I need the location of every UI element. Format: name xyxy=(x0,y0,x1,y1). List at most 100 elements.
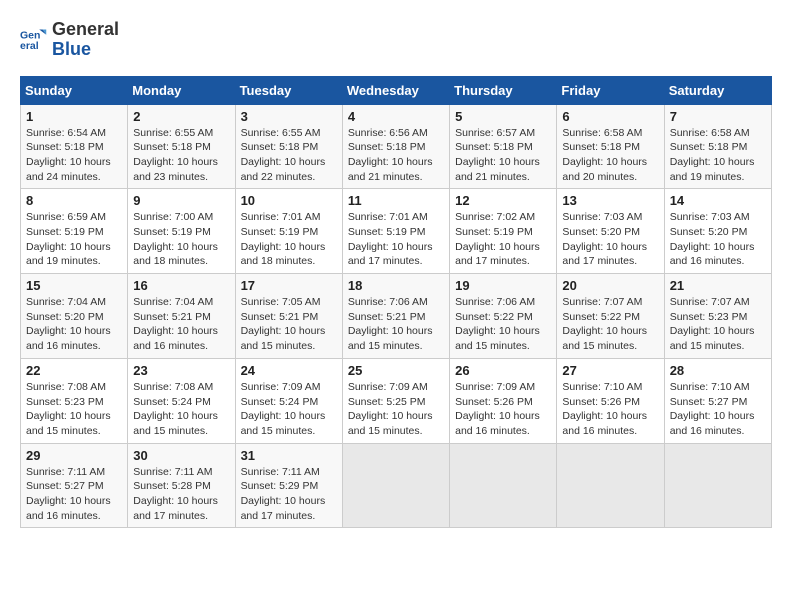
day-number: 4 xyxy=(348,109,444,124)
day-number: 5 xyxy=(455,109,551,124)
day-number: 25 xyxy=(348,363,444,378)
day-info: Sunrise: 7:03 AMSunset: 5:20 PMDaylight:… xyxy=(670,210,766,269)
calendar-cell: 20 Sunrise: 7:07 AMSunset: 5:22 PMDayligh… xyxy=(557,274,664,359)
day-info: Sunrise: 7:04 AMSunset: 5:20 PMDaylight:… xyxy=(26,295,122,354)
calendar-cell: 4 Sunrise: 6:56 AMSunset: 5:18 PMDaylight… xyxy=(342,104,449,189)
day-info: Sunrise: 7:11 AMSunset: 5:28 PMDaylight:… xyxy=(133,465,229,524)
day-info: Sunrise: 7:04 AMSunset: 5:21 PMDaylight:… xyxy=(133,295,229,354)
day-info: Sunrise: 7:02 AMSunset: 5:19 PMDaylight:… xyxy=(455,210,551,269)
day-number: 26 xyxy=(455,363,551,378)
day-info: Sunrise: 7:09 AMSunset: 5:24 PMDaylight:… xyxy=(241,380,337,439)
day-info: Sunrise: 6:59 AMSunset: 5:19 PMDaylight:… xyxy=(26,210,122,269)
calendar-cell: 11 Sunrise: 7:01 AMSunset: 5:19 PMDayligh… xyxy=(342,189,449,274)
logo-icon: Gen eral xyxy=(20,26,48,54)
day-number: 2 xyxy=(133,109,229,124)
calendar-cell: 18 Sunrise: 7:06 AMSunset: 5:21 PMDayligh… xyxy=(342,274,449,359)
day-number: 7 xyxy=(670,109,766,124)
logo: Gen eral General Blue xyxy=(20,20,119,60)
day-number: 27 xyxy=(562,363,658,378)
day-info: Sunrise: 6:55 AMSunset: 5:18 PMDaylight:… xyxy=(133,126,229,185)
calendar-cell: 5 Sunrise: 6:57 AMSunset: 5:18 PMDaylight… xyxy=(450,104,557,189)
day-number: 1 xyxy=(26,109,122,124)
day-number: 19 xyxy=(455,278,551,293)
day-number: 9 xyxy=(133,193,229,208)
calendar-cell: 29 Sunrise: 7:11 AMSunset: 5:27 PMDayligh… xyxy=(21,443,128,528)
calendar-row: 15 Sunrise: 7:04 AMSunset: 5:20 PMDayligh… xyxy=(21,274,772,359)
day-info: Sunrise: 6:58 AMSunset: 5:18 PMDaylight:… xyxy=(670,126,766,185)
day-info: Sunrise: 7:10 AMSunset: 5:27 PMDaylight:… xyxy=(670,380,766,439)
header-row: Sunday Monday Tuesday Wednesday Thursday… xyxy=(21,76,772,104)
calendar-cell xyxy=(557,443,664,528)
calendar-cell: 10 Sunrise: 7:01 AMSunset: 5:19 PMDayligh… xyxy=(235,189,342,274)
calendar-cell: 16 Sunrise: 7:04 AMSunset: 5:21 PMDayligh… xyxy=(128,274,235,359)
day-info: Sunrise: 6:57 AMSunset: 5:18 PMDaylight:… xyxy=(455,126,551,185)
day-info: Sunrise: 7:06 AMSunset: 5:21 PMDaylight:… xyxy=(348,295,444,354)
calendar-cell: 15 Sunrise: 7:04 AMSunset: 5:20 PMDayligh… xyxy=(21,274,128,359)
day-number: 14 xyxy=(670,193,766,208)
col-sunday: Sunday xyxy=(21,76,128,104)
calendar-cell: 30 Sunrise: 7:11 AMSunset: 5:28 PMDayligh… xyxy=(128,443,235,528)
day-number: 11 xyxy=(348,193,444,208)
day-number: 20 xyxy=(562,278,658,293)
day-info: Sunrise: 7:08 AMSunset: 5:24 PMDaylight:… xyxy=(133,380,229,439)
calendar-cell: 27 Sunrise: 7:10 AMSunset: 5:26 PMDayligh… xyxy=(557,358,664,443)
day-info: Sunrise: 7:11 AMSunset: 5:27 PMDaylight:… xyxy=(26,465,122,524)
calendar-cell: 13 Sunrise: 7:03 AMSunset: 5:20 PMDayligh… xyxy=(557,189,664,274)
day-number: 8 xyxy=(26,193,122,208)
day-info: Sunrise: 7:01 AMSunset: 5:19 PMDaylight:… xyxy=(348,210,444,269)
calendar-cell xyxy=(450,443,557,528)
calendar-cell xyxy=(664,443,771,528)
day-info: Sunrise: 6:56 AMSunset: 5:18 PMDaylight:… xyxy=(348,126,444,185)
day-number: 17 xyxy=(241,278,337,293)
day-number: 24 xyxy=(241,363,337,378)
day-number: 31 xyxy=(241,448,337,463)
day-info: Sunrise: 6:58 AMSunset: 5:18 PMDaylight:… xyxy=(562,126,658,185)
calendar-cell: 23 Sunrise: 7:08 AMSunset: 5:24 PMDayligh… xyxy=(128,358,235,443)
day-info: Sunrise: 7:01 AMSunset: 5:19 PMDaylight:… xyxy=(241,210,337,269)
day-info: Sunrise: 7:10 AMSunset: 5:26 PMDaylight:… xyxy=(562,380,658,439)
calendar-cell: 17Sunrise: 7:05 AMSunset: 5:21 PMDayligh… xyxy=(235,274,342,359)
day-number: 3 xyxy=(241,109,337,124)
day-info: Sunrise: 6:54 AMSunset: 5:18 PMDaylight:… xyxy=(26,126,122,185)
day-info: Sunrise: 7:07 AMSunset: 5:22 PMDaylight:… xyxy=(562,295,658,354)
col-wednesday: Wednesday xyxy=(342,76,449,104)
svg-text:eral: eral xyxy=(20,40,39,52)
calendar-cell: 7 Sunrise: 6:58 AMSunset: 5:18 PMDaylight… xyxy=(664,104,771,189)
col-thursday: Thursday xyxy=(450,76,557,104)
day-number: 13 xyxy=(562,193,658,208)
day-info: Sunrise: 7:09 AMSunset: 5:26 PMDaylight:… xyxy=(455,380,551,439)
calendar-row: 22Sunrise: 7:08 AMSunset: 5:23 PMDayligh… xyxy=(21,358,772,443)
day-info: Sunrise: 7:08 AMSunset: 5:23 PMDaylight:… xyxy=(26,380,122,439)
calendar-cell: 1 Sunrise: 6:54 AMSunset: 5:18 PMDaylight… xyxy=(21,104,128,189)
calendar-cell: 3Sunrise: 6:55 AMSunset: 5:18 PMDaylight… xyxy=(235,104,342,189)
day-number: 12 xyxy=(455,193,551,208)
calendar-cell: 26 Sunrise: 7:09 AMSunset: 5:26 PMDayligh… xyxy=(450,358,557,443)
logo-text: General Blue xyxy=(52,20,119,60)
day-info: Sunrise: 7:03 AMSunset: 5:20 PMDaylight:… xyxy=(562,210,658,269)
day-info: Sunrise: 7:07 AMSunset: 5:23 PMDaylight:… xyxy=(670,295,766,354)
day-number: 23 xyxy=(133,363,229,378)
calendar-cell: 19Sunrise: 7:06 AMSunset: 5:22 PMDayligh… xyxy=(450,274,557,359)
col-tuesday: Tuesday xyxy=(235,76,342,104)
calendar-table: Sunday Monday Tuesday Wednesday Thursday… xyxy=(20,76,772,529)
calendar-cell: 25Sunrise: 7:09 AMSunset: 5:25 PMDayligh… xyxy=(342,358,449,443)
calendar-cell: 8 Sunrise: 6:59 AMSunset: 5:19 PMDaylight… xyxy=(21,189,128,274)
day-number: 15 xyxy=(26,278,122,293)
calendar-row: 29 Sunrise: 7:11 AMSunset: 5:27 PMDayligh… xyxy=(21,443,772,528)
col-friday: Friday xyxy=(557,76,664,104)
calendar-cell: 9 Sunrise: 7:00 AMSunset: 5:19 PMDaylight… xyxy=(128,189,235,274)
day-number: 28 xyxy=(670,363,766,378)
calendar-cell: 2 Sunrise: 6:55 AMSunset: 5:18 PMDaylight… xyxy=(128,104,235,189)
calendar-row: 1 Sunrise: 6:54 AMSunset: 5:18 PMDaylight… xyxy=(21,104,772,189)
day-number: 16 xyxy=(133,278,229,293)
calendar-cell: 21Sunrise: 7:07 AMSunset: 5:23 PMDayligh… xyxy=(664,274,771,359)
day-info: Sunrise: 7:11 AMSunset: 5:29 PMDaylight:… xyxy=(241,465,337,524)
day-number: 18 xyxy=(348,278,444,293)
calendar-cell: 28 Sunrise: 7:10 AMSunset: 5:27 PMDayligh… xyxy=(664,358,771,443)
day-number: 30 xyxy=(133,448,229,463)
calendar-cell: 22Sunrise: 7:08 AMSunset: 5:23 PMDayligh… xyxy=(21,358,128,443)
day-info: Sunrise: 7:00 AMSunset: 5:19 PMDaylight:… xyxy=(133,210,229,269)
day-number: 29 xyxy=(26,448,122,463)
day-number: 10 xyxy=(241,193,337,208)
calendar-cell: 31 Sunrise: 7:11 AMSunset: 5:29 PMDayligh… xyxy=(235,443,342,528)
